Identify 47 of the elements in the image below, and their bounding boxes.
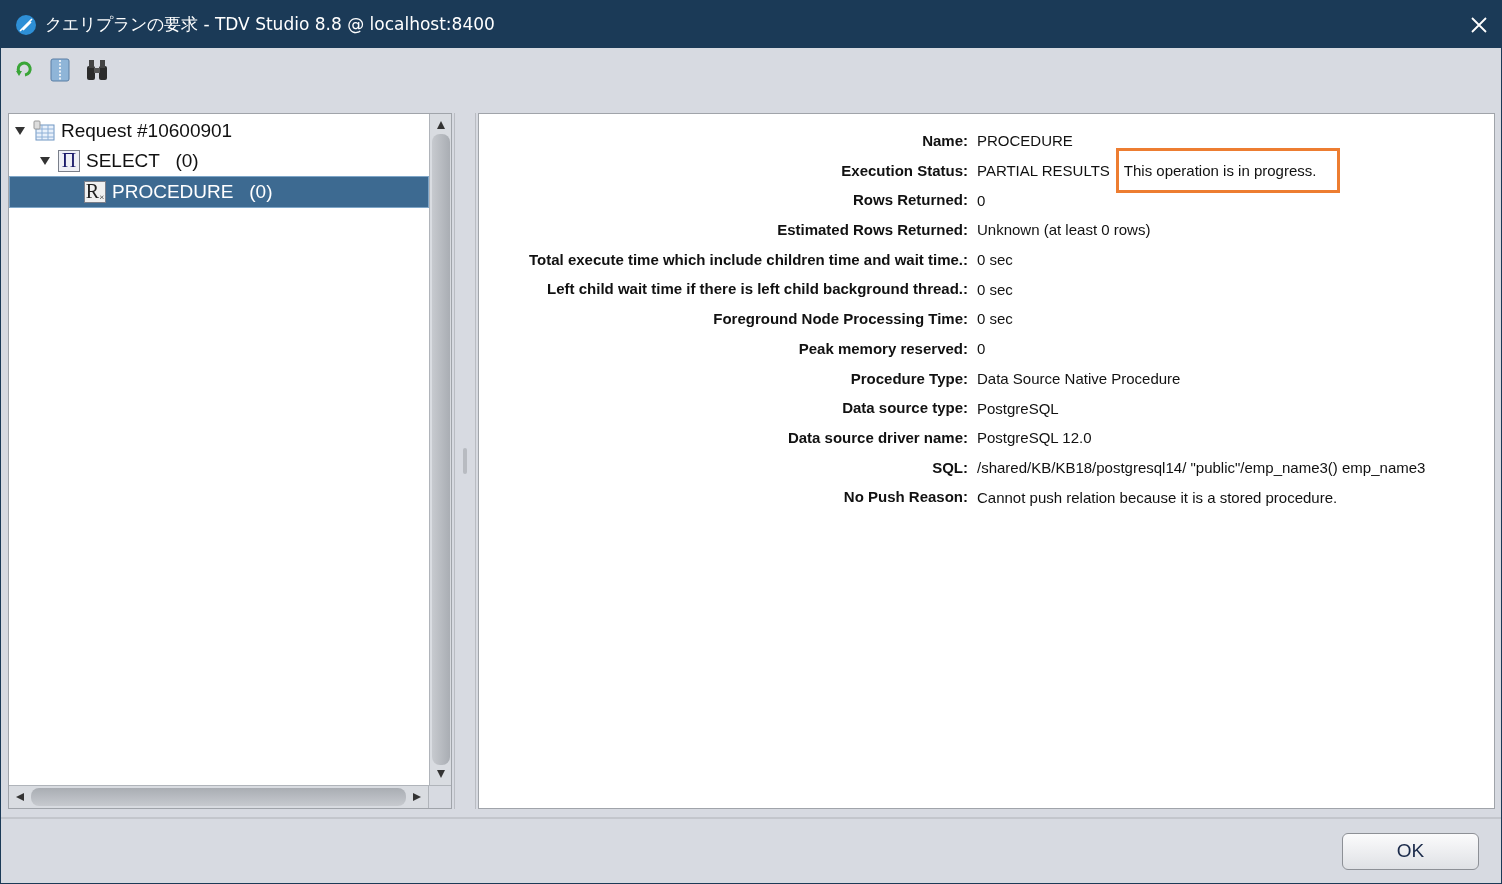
window-title: クエリプランの要求 - TDV Studio 8.8 @ localhost:8400 <box>45 13 496 36</box>
field-value: PARTIAL RESULTS <box>977 162 1110 180</box>
status-note: This operation is in progress. <box>1115 148 1341 194</box>
expanded-triangle-icon[interactable] <box>38 156 52 166</box>
field-label: Peak memory reserved: <box>797 338 968 359</box>
field-value: PostgreSQL 12.0 <box>977 429 1092 447</box>
field-value: PROCEDURE <box>977 132 1073 150</box>
tree-item[interactable]: R$_{×}$ PROCEDURE (0) <box>9 176 429 208</box>
ok-button[interactable]: OK <box>1342 832 1479 870</box>
field-value: Cannot push relation because it is a stored procedure. <box>977 488 1338 506</box>
operator-icon: Π <box>58 150 80 172</box>
field-label: SQL: <box>931 457 968 478</box>
binoculars-icon[interactable] <box>85 58 109 82</box>
splitter-handle[interactable] <box>454 113 476 809</box>
zipper-folder-icon[interactable] <box>49 58 71 82</box>
tree-item[interactable]: Π SELECT (0) <box>9 146 429 176</box>
field-value: 0 <box>977 340 986 358</box>
scroll-right-icon[interactable] <box>412 792 422 802</box>
expanded-triangle-icon[interactable] <box>13 126 27 136</box>
field-value: 0 sec <box>977 310 1013 328</box>
field-label: Foreground Node Processing Time: <box>712 309 968 330</box>
field-value: /shared/KB/KB18/postgresql14/ "public"/emp_name3() emp_name3 <box>977 458 1426 476</box>
field-value: PostgreSQL <box>977 399 1059 417</box>
field-label: Total execute time which include children time and wait time.: <box>528 249 968 270</box>
horizontal-scrollbar[interactable] <box>9 785 451 808</box>
field-value: Data Source Native Procedure <box>977 369 1181 387</box>
scroll-down-icon[interactable] <box>435 769 446 779</box>
field-label: Data source type: <box>841 398 968 419</box>
field-value: Unknown (at least 0 rows) <box>977 221 1151 239</box>
tree-item[interactable]: Request #10600901 <box>9 116 429 146</box>
scroll-up-icon[interactable] <box>435 120 446 130</box>
close-icon[interactable] <box>1471 16 1487 33</box>
field-label: No Push Reason: <box>842 487 968 508</box>
field-label: Rows Returned: <box>852 190 968 211</box>
field-value: 0 sec <box>977 280 1013 298</box>
scroll-left-icon[interactable] <box>15 792 25 802</box>
field-label: Left child wait time if there is left child background thread.: <box>546 279 968 300</box>
field-label: Estimated Rows Returned: <box>776 220 968 241</box>
field-label: Data source driver name: <box>786 427 968 448</box>
field-label: Procedure Type: <box>849 368 968 389</box>
procedure-icon: R$_{×}$ <box>84 181 106 203</box>
table-icon <box>33 120 55 142</box>
field-value: 0 sec <box>977 251 1013 269</box>
field-label: Name: <box>921 131 968 151</box>
vertical-scrollbar[interactable] <box>429 114 451 785</box>
field-label: Execution Status: <box>840 160 968 181</box>
field-value: 0 <box>977 191 986 209</box>
